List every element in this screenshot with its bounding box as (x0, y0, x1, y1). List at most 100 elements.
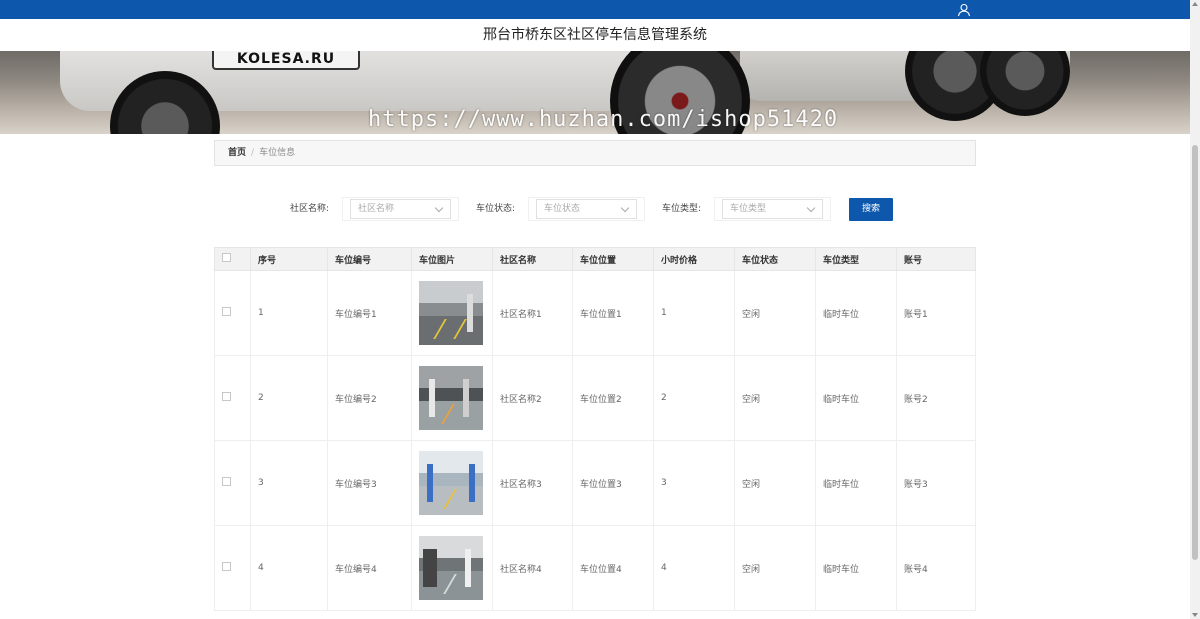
photo-pillar (465, 548, 471, 588)
top-nav-bar (0, 0, 1190, 19)
cell-code: 车位编号4 (327, 525, 412, 611)
scrollbar-thumb[interactable] (1192, 145, 1198, 560)
scroll-up-arrow-icon[interactable] (1192, 2, 1198, 6)
table-header-row: 序号 车位编号 车位图片 社区名称 车位位置 小时价格 车位状态 车位类型 账号 (214, 247, 976, 271)
header-image: 车位图片 (411, 247, 493, 271)
breadcrumb: 首页 / 车位信息 (214, 140, 976, 166)
cell-price: 2 (653, 355, 735, 441)
row-checkbox[interactable] (222, 562, 231, 571)
row-checkbox[interactable] (222, 392, 231, 401)
header-location: 车位位置 (572, 247, 654, 271)
row-select-cell (214, 270, 251, 356)
select-all-checkbox[interactable] (222, 253, 231, 262)
cell-location: 车位位置4 (572, 525, 654, 611)
breadcrumb-home[interactable]: 首页 (228, 148, 246, 158)
table-row[interactable]: 4 车位编号4 社区名称4 车位位置4 4 空闲 临时车位 账号4 (214, 525, 976, 611)
cell-code: 车位编号2 (327, 355, 412, 441)
search-button[interactable]: 搜索 (849, 198, 893, 221)
header-account: 账号 (896, 247, 976, 271)
status-select-placeholder: 车位状态 (544, 204, 581, 214)
photo-pillar (469, 463, 475, 503)
chevron-down-icon (434, 203, 444, 213)
row-checkbox[interactable] (222, 307, 231, 316)
chevron-down-icon (620, 203, 630, 213)
row-select-cell (214, 440, 251, 526)
cell-code: 车位编号3 (327, 440, 412, 526)
cell-price: 3 (653, 440, 735, 526)
header-status: 车位状态 (734, 247, 816, 271)
photo-floor (419, 316, 483, 345)
photo-pillar (467, 293, 473, 333)
cell-account: 账号2 (896, 355, 976, 441)
cell-status: 空闲 (734, 440, 816, 526)
cell-location: 车位位置1 (572, 270, 654, 356)
header-community: 社区名称 (492, 247, 573, 271)
cell-index: 2 (250, 355, 328, 441)
photo-pillar (463, 378, 469, 418)
type-select-placeholder: 车位类型 (730, 204, 767, 214)
page-scrollbar[interactable] (1190, 0, 1200, 619)
cell-community: 社区名称4 (492, 525, 573, 611)
cell-account: 账号3 (896, 440, 976, 526)
user-icon[interactable] (957, 3, 971, 17)
scroll-down-arrow-icon[interactable] (1192, 613, 1198, 617)
photo-ceiling (419, 281, 483, 304)
photo-pillar (429, 378, 435, 418)
banner-image: KOLESA.RU https://www.huzhan.com/ishop51… (0, 51, 1190, 134)
license-plate: KOLESA.RU (212, 51, 360, 70)
cell-status: 空闲 (734, 355, 816, 441)
parking-space-photo[interactable] (419, 536, 483, 600)
type-filter-label: 车位类型: (662, 204, 702, 214)
cell-location: 车位位置3 (572, 440, 654, 526)
cell-price: 1 (653, 270, 735, 356)
breadcrumb-current: 车位信息 (259, 148, 296, 158)
status-select[interactable]: 车位状态 (536, 199, 637, 219)
cell-location: 车位位置2 (572, 355, 654, 441)
header-code: 车位编号 (327, 247, 412, 271)
photo-pillar (427, 463, 433, 503)
header-price: 小时价格 (653, 247, 735, 271)
cell-status: 空闲 (734, 270, 816, 356)
table-row[interactable]: 3 车位编号3 社区名称3 车位位置3 3 空闲 临时车位 账号3 (214, 440, 976, 526)
status-filter-label: 车位状态: (476, 204, 516, 214)
cell-account: 账号4 (896, 525, 976, 611)
cell-image (411, 440, 493, 526)
cell-type: 临时车位 (815, 270, 897, 356)
cell-index: 4 (250, 525, 328, 611)
cell-status: 空闲 (734, 525, 816, 611)
photo-pillar (423, 548, 437, 588)
cell-type: 临时车位 (815, 525, 897, 611)
row-checkbox[interactable] (222, 477, 231, 486)
system-title: 邢台市桥东区社区停车信息管理系统 (0, 19, 1190, 51)
cell-community: 社区名称2 (492, 355, 573, 441)
row-select-cell (214, 355, 251, 441)
table-row[interactable]: 2 车位编号2 社区名称2 车位位置2 2 空闲 临时车位 账号2 (214, 355, 976, 441)
cell-index: 3 (250, 440, 328, 526)
cell-image (411, 355, 493, 441)
cell-type: 临时车位 (815, 440, 897, 526)
breadcrumb-separator: / (251, 148, 255, 158)
car-wheel (980, 51, 1070, 116)
cell-image (411, 270, 493, 356)
cell-index: 1 (250, 270, 328, 356)
table-row[interactable]: 1 车位编号1 社区名称1 车位位置1 1 空闲 临时车位 账号1 (214, 270, 976, 356)
community-filter-label: 社区名称: (290, 204, 330, 214)
cell-community: 社区名称1 (492, 270, 573, 356)
community-select-placeholder: 社区名称 (358, 204, 395, 214)
cell-code: 车位编号1 (327, 270, 412, 356)
cell-account: 账号1 (896, 270, 976, 356)
cell-type: 临时车位 (815, 355, 897, 441)
cell-image (411, 525, 493, 611)
community-select[interactable]: 社区名称 (350, 199, 451, 219)
header-type: 车位类型 (815, 247, 897, 271)
row-select-cell (214, 525, 251, 611)
cell-price: 4 (653, 525, 735, 611)
parking-space-photo[interactable] (419, 281, 483, 345)
chevron-down-icon (806, 203, 816, 213)
parking-space-photo[interactable] (419, 451, 483, 515)
type-select[interactable]: 车位类型 (722, 199, 823, 219)
parking-space-photo[interactable] (419, 366, 483, 430)
cell-community: 社区名称3 (492, 440, 573, 526)
header-index: 序号 (250, 247, 328, 271)
watermark-url: https://www.huzhan.com/ishop51420 (368, 107, 839, 132)
